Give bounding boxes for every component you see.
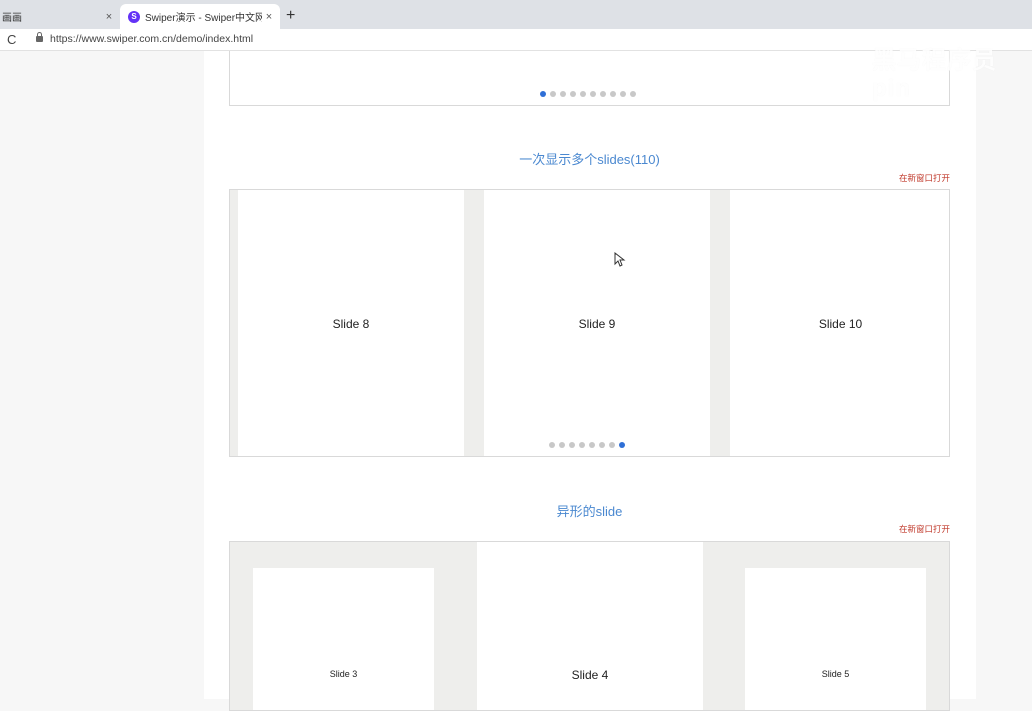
- pagination-bullet[interactable]: [630, 91, 636, 97]
- pagination-bullet[interactable]: [600, 91, 606, 97]
- pagination-bullet[interactable]: [550, 91, 556, 97]
- tab-title: 画画: [2, 13, 22, 24]
- lock-icon: [36, 32, 43, 42]
- browser-tab-1[interactable]: 画画 ×: [0, 4, 120, 29]
- tab-title: Swiper演示 - Swiper中文网: [145, 13, 262, 24]
- tab-strip: 画画 × S Swiper演示 - Swiper中文网 × +: [0, 0, 1032, 29]
- page-viewport: 一次显示多个slides(110) 在新窗口打开 Slide 8 Slide 9…: [0, 51, 1032, 711]
- mouse-cursor-icon: [614, 252, 626, 267]
- slide: Slide 3: [253, 568, 434, 710]
- url-field[interactable]: https://www.swiper.com.cn/demo/index.htm…: [50, 33, 253, 45]
- new-tab-icon[interactable]: +: [286, 7, 295, 25]
- close-tab-icon[interactable]: ×: [262, 11, 276, 23]
- watermark-text: 黑马程序员pin: [872, 47, 997, 102]
- slide: Slide 5: [745, 568, 926, 710]
- pagination-bullet[interactable]: [580, 91, 586, 97]
- swiper-favicon-icon: S: [128, 10, 140, 23]
- open-new-window-link[interactable]: 在新窗口打开: [229, 523, 950, 535]
- slide: Slide 4: [477, 542, 703, 710]
- pagination-bullet[interactable]: [590, 91, 596, 97]
- slide: Slide 9: [484, 190, 710, 456]
- demo-content: 一次显示多个slides(110) 在新窗口打开 Slide 8 Slide 9…: [204, 51, 976, 711]
- swiper-demo-1[interactable]: [229, 51, 950, 106]
- open-new-window-link[interactable]: 在新窗口打开: [229, 172, 950, 184]
- pagination-bullet[interactable]: [599, 442, 605, 448]
- section-title: 一次显示多个slides(110): [519, 152, 660, 167]
- pagination-bullet[interactable]: [540, 91, 546, 97]
- slide: Slide 8: [238, 190, 464, 456]
- swiper-demo-shaped[interactable]: Slide 3 Slide 4 Slide 5: [229, 541, 950, 711]
- reload-icon[interactable]: C: [7, 32, 16, 47]
- pagination-bullet[interactable]: [560, 91, 566, 97]
- pagination-bullet[interactable]: [610, 91, 616, 97]
- pagination-bullet[interactable]: [620, 91, 626, 97]
- pagination-bullet[interactable]: [589, 442, 595, 448]
- pagination: [549, 442, 625, 448]
- pagination-bullet[interactable]: [569, 442, 575, 448]
- close-tab-icon[interactable]: ×: [102, 11, 116, 23]
- swiper-demo-multi[interactable]: Slide 8 Slide 9 Slide 10: [229, 189, 950, 457]
- pagination: [540, 91, 636, 97]
- section-title: 异形的slide: [556, 504, 623, 519]
- pagination-bullet[interactable]: [549, 442, 555, 448]
- pagination-bullet[interactable]: [579, 442, 585, 448]
- pagination-bullet[interactable]: [570, 91, 576, 97]
- browser-tab-2[interactable]: S Swiper演示 - Swiper中文网 ×: [120, 4, 280, 29]
- slide: Slide 10: [730, 190, 949, 456]
- pagination-bullet[interactable]: [619, 442, 625, 448]
- pagination-bullet[interactable]: [559, 442, 565, 448]
- pagination-bullet[interactable]: [609, 442, 615, 448]
